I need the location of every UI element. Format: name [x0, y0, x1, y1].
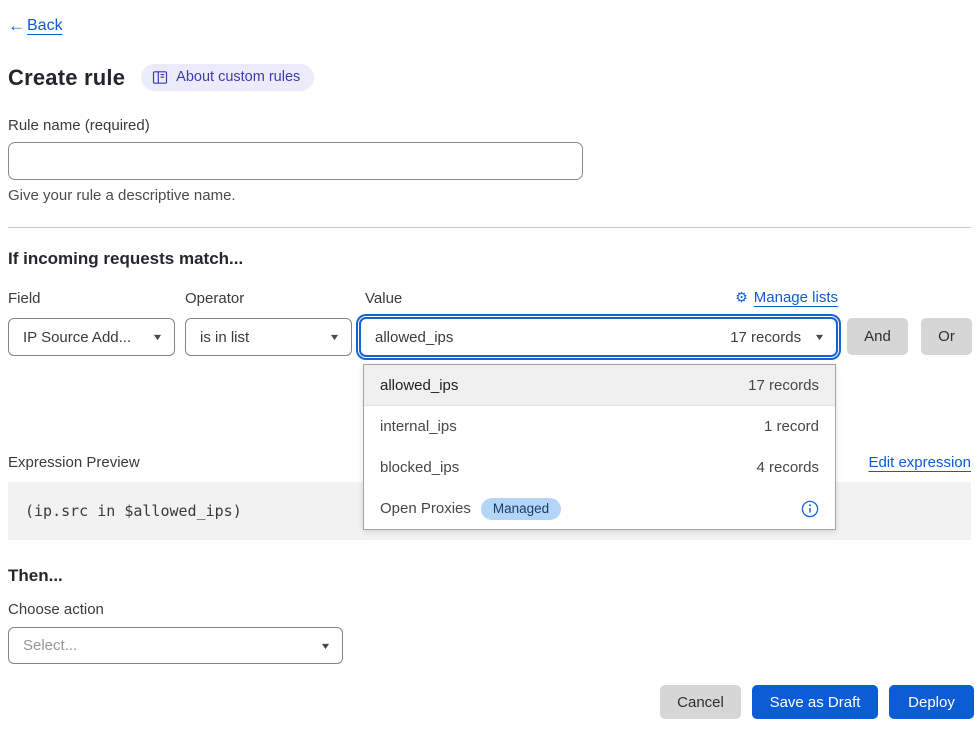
about-custom-rules-link[interactable]: About custom rules: [141, 64, 314, 91]
chevron-down-icon: ▼: [814, 332, 826, 342]
title-row: Create rule About custom rules: [8, 64, 314, 91]
list-option-open-proxies[interactable]: Open Proxies Managed: [364, 488, 835, 529]
value-column-label: Value: [365, 290, 402, 307]
list-option-allowed-ips[interactable]: allowed_ips 17 records: [364, 365, 835, 406]
rule-name-helper-text: Give your rule a descriptive name.: [8, 187, 236, 204]
about-custom-rules-label: About custom rules: [176, 69, 300, 85]
list-dropdown-menu: allowed_ips 17 records internal_ips 1 re…: [363, 364, 836, 530]
list-option-name: internal_ips: [380, 418, 457, 435]
rule-name-label: Rule name (required): [8, 117, 150, 134]
create-rule-page: ← Back Create rule About custom rules Ru…: [0, 0, 979, 739]
value-select-value: allowed_ips: [375, 329, 453, 346]
action-select[interactable]: Select... ▼: [8, 627, 343, 664]
chevron-down-icon: ▼: [329, 332, 341, 342]
operator-select[interactable]: is in list ▼: [185, 318, 352, 356]
list-option-record-count: 17 records: [748, 377, 819, 394]
deploy-button[interactable]: Deploy: [889, 685, 974, 719]
rule-name-input[interactable]: [8, 142, 583, 180]
list-option-blocked-ips[interactable]: blocked_ips 4 records: [364, 447, 835, 488]
list-option-internal-ips[interactable]: internal_ips 1 record: [364, 406, 835, 447]
expression-preview-label: Expression Preview: [8, 454, 140, 471]
cancel-button[interactable]: Cancel: [660, 685, 741, 719]
section-divider: [8, 227, 971, 228]
action-select-placeholder: Select...: [23, 637, 77, 654]
list-option-name: allowed_ips: [380, 377, 458, 394]
value-select[interactable]: allowed_ips 17 records ▼: [359, 317, 838, 357]
or-button[interactable]: Or: [921, 318, 972, 355]
page-title: Create rule: [8, 65, 125, 91]
back-link[interactable]: ← Back: [8, 16, 63, 36]
book-icon: [152, 70, 168, 85]
operator-select-value: is in list: [200, 329, 249, 346]
field-select[interactable]: IP Source Add... ▼: [8, 318, 175, 356]
chevron-down-icon: ▼: [152, 332, 164, 342]
value-select-record-count: 17 records: [730, 329, 801, 346]
manage-lists-link[interactable]: ⚙ Manage lists: [735, 289, 838, 306]
match-section-heading: If incoming requests match...: [8, 249, 243, 269]
save-as-draft-button[interactable]: Save as Draft: [752, 685, 878, 719]
edit-expression-link[interactable]: Edit expression: [868, 454, 971, 471]
back-link-label: Back: [27, 17, 63, 35]
manage-lists-label: Manage lists: [754, 289, 838, 306]
then-section-heading: Then...: [8, 566, 63, 586]
field-select-value: IP Source Add...: [23, 329, 131, 346]
list-option-record-count: 4 records: [756, 459, 819, 476]
managed-badge: Managed: [481, 498, 561, 520]
list-option-name: blocked_ips: [380, 459, 459, 476]
back-arrow-icon: ←: [8, 16, 25, 36]
gear-icon: ⚙: [735, 289, 748, 306]
list-option-name: Open Proxies: [380, 500, 471, 517]
choose-action-label: Choose action: [8, 601, 104, 618]
field-column-label: Field: [8, 290, 41, 307]
operator-column-label: Operator: [185, 290, 244, 307]
expression-code: (ip.src in $allowed_ips): [8, 502, 242, 520]
info-icon[interactable]: [801, 500, 819, 518]
chevron-down-icon: ▼: [320, 641, 332, 651]
list-option-record-count: 1 record: [764, 418, 819, 435]
and-button[interactable]: And: [847, 318, 908, 355]
